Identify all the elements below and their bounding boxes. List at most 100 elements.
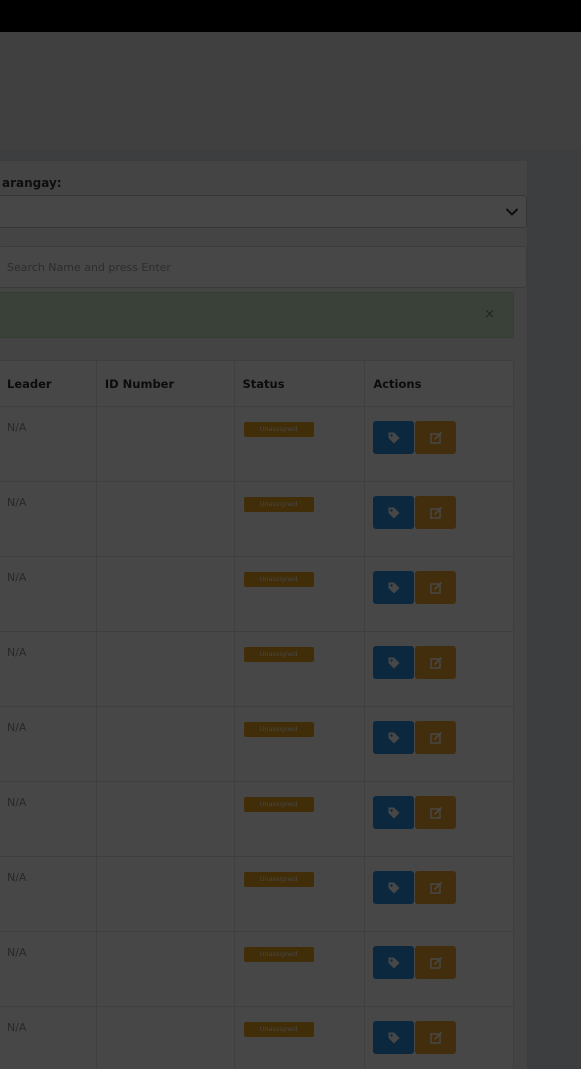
leader-cell: N/A (0, 406, 97, 482)
status-badge: Unassigned (243, 422, 314, 437)
tag-icon (388, 582, 400, 593)
leader-value: N/A (7, 571, 27, 584)
actions-cell (364, 631, 514, 707)
edit-icon (430, 881, 442, 894)
status-cell: Unassigned (233, 481, 366, 557)
tag-icon (388, 957, 400, 968)
status-cell: Unassigned (233, 556, 366, 632)
edit-button[interactable] (415, 871, 457, 904)
edit-button[interactable] (415, 421, 457, 454)
table-row: N/A Unassigned (0, 406, 514, 482)
actions-cell (364, 706, 514, 782)
tag-button[interactable] (373, 646, 415, 679)
tag-button[interactable] (373, 496, 415, 529)
status-cell: Unassigned (233, 631, 366, 707)
table-row: N/A Unassigned (0, 706, 514, 782)
leader-cell: N/A (0, 1006, 97, 1069)
id-number-cell (95, 406, 235, 482)
actions-cell (364, 1006, 514, 1069)
leader-cell: N/A (0, 706, 97, 782)
leader-cell: N/A (0, 781, 97, 857)
leader-value: N/A (7, 496, 27, 509)
status-badge: Unassigned (243, 947, 314, 962)
table-row: N/A Unassigned (0, 781, 514, 857)
app-window: arangay: × Leader ID Number Status Actio… (0, 0, 581, 1069)
actions-cell (364, 931, 514, 1007)
leader-value: N/A (7, 1021, 27, 1034)
leader-cell: N/A (0, 556, 97, 632)
success-alert: × (0, 292, 514, 338)
tag-button[interactable] (373, 871, 415, 904)
status-cell: Unassigned (233, 931, 366, 1007)
table-row: N/A Unassigned (0, 631, 514, 707)
actions-cell (364, 781, 514, 857)
edit-button[interactable] (415, 646, 457, 679)
leader-value: N/A (7, 421, 27, 434)
table-row: N/A Unassigned (0, 556, 514, 632)
tag-icon (388, 432, 400, 443)
tag-button[interactable] (373, 421, 415, 454)
barangay-select[interactable] (0, 195, 527, 228)
status-cell: Unassigned (233, 781, 366, 857)
edit-icon (430, 956, 442, 969)
top-bar (0, 0, 581, 32)
status-badge: Unassigned (243, 722, 314, 737)
table-row: N/A Unassigned (0, 856, 514, 932)
edit-icon (430, 731, 442, 744)
edit-button[interactable] (415, 721, 457, 754)
edit-button[interactable] (415, 496, 457, 529)
tag-button[interactable] (373, 796, 415, 829)
tag-button[interactable] (373, 946, 415, 979)
id-number-cell (95, 856, 235, 932)
status-badge: Unassigned (243, 572, 314, 587)
edit-icon (430, 581, 442, 594)
id-number-cell (95, 556, 235, 632)
leader-value: N/A (7, 871, 27, 884)
status-badge: Unassigned (243, 1022, 314, 1037)
edit-icon (430, 656, 442, 669)
tag-button[interactable] (373, 571, 415, 604)
tag-icon (388, 657, 400, 668)
tag-icon (388, 507, 400, 518)
column-header-leader[interactable]: Leader (0, 360, 97, 407)
tag-icon (388, 1032, 400, 1043)
edit-button[interactable] (415, 1021, 457, 1054)
page-header (0, 32, 581, 150)
id-number-cell (95, 631, 235, 707)
leader-cell: N/A (0, 931, 97, 1007)
leader-value: N/A (7, 946, 27, 959)
search-name-input[interactable] (0, 246, 527, 288)
tag-button[interactable] (373, 1021, 415, 1054)
id-number-cell (95, 931, 235, 1007)
table-header-row: Leader ID Number Status Actions (0, 360, 514, 407)
barangay-label: arangay: (2, 176, 62, 190)
tag-icon (388, 807, 400, 818)
actions-cell (364, 481, 514, 557)
tag-button[interactable] (373, 721, 415, 754)
tag-icon (388, 882, 400, 893)
column-header-status[interactable]: Status (233, 360, 366, 407)
edit-button[interactable] (415, 946, 457, 979)
edit-icon (430, 1031, 442, 1044)
edit-icon (430, 431, 442, 444)
members-table: Leader ID Number Status Actions N/A Unas… (0, 360, 514, 1069)
actions-cell (364, 556, 514, 632)
leader-cell: N/A (0, 631, 97, 707)
table-row: N/A Unassigned (0, 1006, 514, 1069)
actions-cell (364, 856, 514, 932)
table-row: N/A Unassigned (0, 931, 514, 1007)
leader-value: N/A (7, 646, 27, 659)
tag-icon (388, 732, 400, 743)
id-number-cell (95, 706, 235, 782)
edit-button[interactable] (415, 571, 457, 604)
status-badge: Unassigned (243, 872, 314, 887)
id-number-cell (95, 1006, 235, 1069)
alert-close-button[interactable]: × (484, 307, 495, 323)
edit-button[interactable] (415, 796, 457, 829)
status-cell: Unassigned (233, 856, 366, 932)
actions-cell (364, 406, 514, 482)
status-cell: Unassigned (233, 706, 366, 782)
status-cell: Unassigned (233, 406, 366, 482)
id-number-cell (95, 481, 235, 557)
column-header-id-number[interactable]: ID Number (95, 360, 235, 407)
